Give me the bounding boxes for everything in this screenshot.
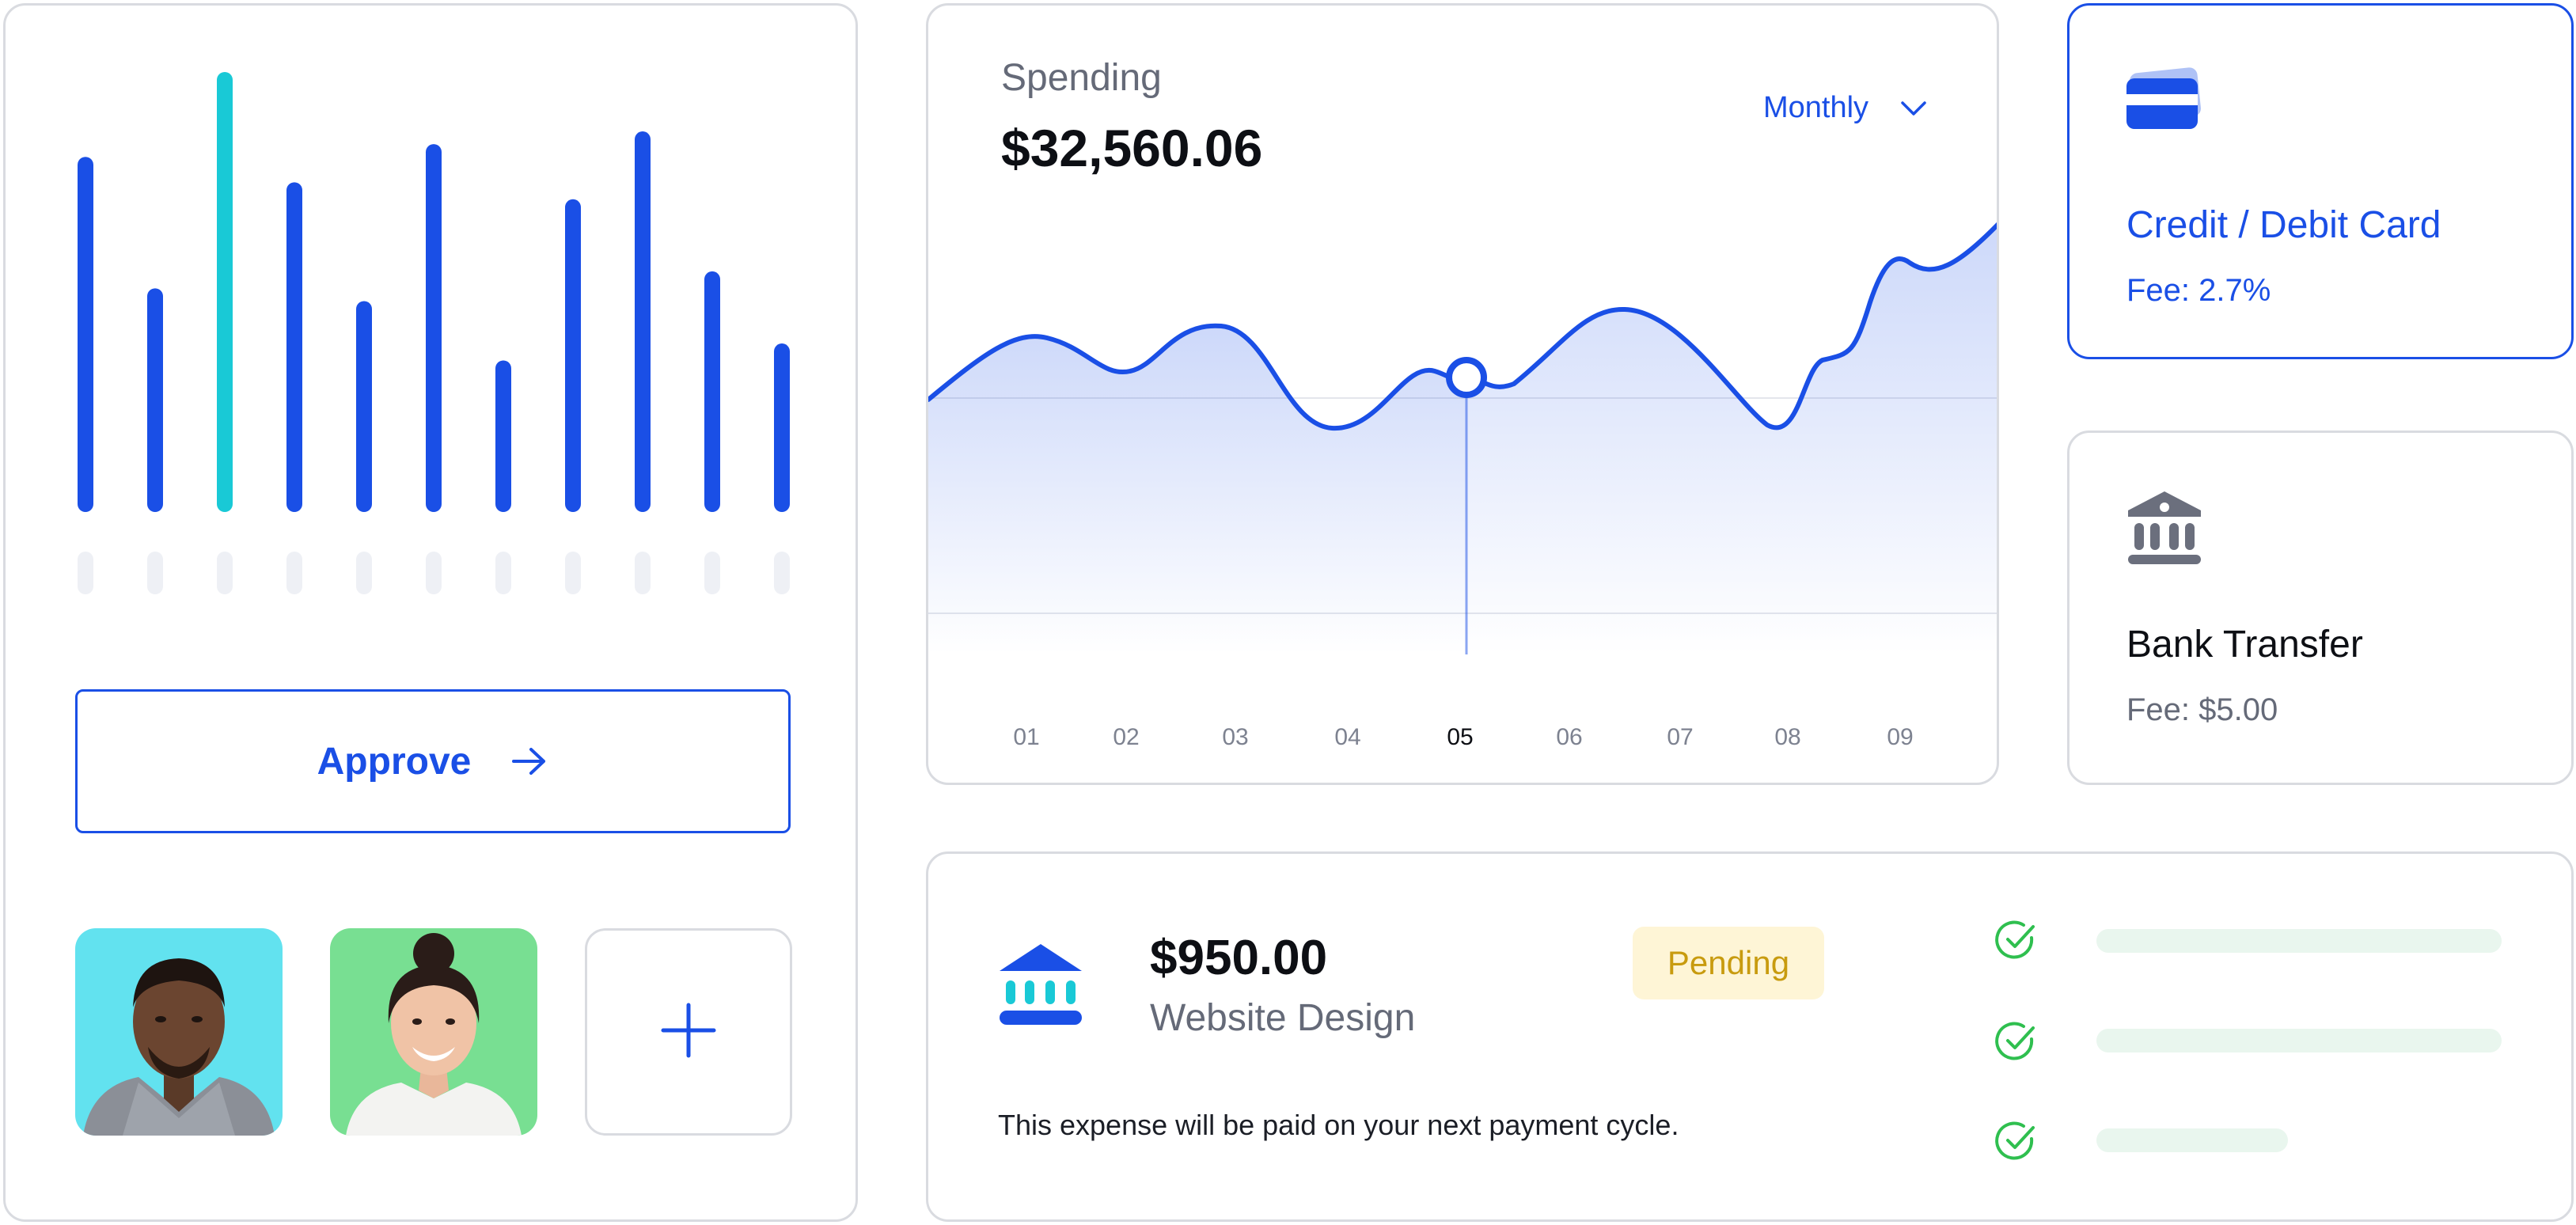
checklist-item bbox=[1994, 919, 2038, 963]
expense-card: $950.00 Website Design Pending This expe… bbox=[926, 851, 2574, 1222]
x-tick-label[interactable]: 08 bbox=[1774, 724, 1800, 750]
check-circle-icon bbox=[1994, 1020, 2038, 1064]
credit-card-icon bbox=[2123, 67, 2202, 138]
dashboard-canvas: Approve 01 02 03 04 05 06 07 08 09 Spend… bbox=[0, 0, 2576, 1225]
payment-option-title: Bank Transfer bbox=[2126, 624, 2363, 666]
avatar-man[interactable] bbox=[75, 928, 283, 1136]
status-badge: Pending bbox=[1633, 927, 1824, 999]
x-axis: 01 02 03 04 05 06 07 08 09 bbox=[1013, 724, 1913, 750]
expense-note: This expense will be paid on your next p… bbox=[998, 1109, 1679, 1141]
bank-icon bbox=[996, 941, 1085, 1032]
approvals-card: Approve bbox=[3, 3, 858, 1222]
checklist-item bbox=[1994, 1020, 2038, 1064]
payment-option-card[interactable]: Credit / Debit Card Fee: 2.7% bbox=[2067, 3, 2574, 359]
x-tick-label[interactable]: 04 bbox=[1334, 724, 1360, 750]
spending-card: 01 02 03 04 05 06 07 08 09 Spending $32,560.06 M… bbox=[926, 3, 1999, 785]
payment-option-bank[interactable]: Bank Transfer Fee: $5.00 bbox=[2067, 430, 2574, 785]
bank-icon bbox=[2123, 487, 2206, 573]
bar-chart bbox=[78, 72, 790, 594]
add-member-button[interactable] bbox=[585, 928, 792, 1136]
payment-option-fee: Fee: 2.7% bbox=[2126, 273, 2271, 308]
avatar-woman[interactable] bbox=[330, 928, 537, 1136]
arrow-right-icon bbox=[510, 745, 548, 777]
approve-button[interactable]: Approve bbox=[75, 689, 791, 833]
spending-area bbox=[1466, 226, 1997, 654]
expense-title: Website Design bbox=[1150, 997, 1416, 1039]
x-tick-label[interactable]: 09 bbox=[1887, 724, 1913, 750]
payment-option-title: Credit / Debit Card bbox=[2126, 204, 2441, 246]
period-label: Monthly bbox=[1763, 91, 1869, 124]
checklist-item bbox=[1994, 1120, 2038, 1164]
x-tick-label[interactable]: 03 bbox=[1222, 724, 1248, 750]
spending-area bbox=[928, 325, 1466, 654]
placeholder-bar bbox=[2096, 929, 2502, 953]
active-point[interactable] bbox=[1446, 357, 1487, 398]
expense-amount: $950.00 bbox=[1150, 931, 1328, 985]
x-tick-label[interactable]: 06 bbox=[1556, 724, 1582, 750]
x-tick-label[interactable]: 05 bbox=[1447, 724, 1473, 750]
spending-amount: $32,560.06 bbox=[1001, 119, 1263, 177]
placeholder-bar bbox=[2096, 1128, 2288, 1152]
x-tick-label[interactable]: 02 bbox=[1113, 724, 1139, 750]
check-circle-icon bbox=[1994, 919, 2038, 963]
chevron-down-icon bbox=[1900, 101, 1927, 116]
placeholder-bar bbox=[2096, 1029, 2502, 1052]
period-dropdown[interactable]: Monthly bbox=[1763, 91, 1927, 125]
payment-option-fee: Fee: $5.00 bbox=[2126, 692, 2278, 727]
plus-icon bbox=[660, 1002, 717, 1063]
x-tick-label[interactable]: 07 bbox=[1667, 724, 1693, 750]
check-circle-icon bbox=[1994, 1120, 2038, 1164]
approve-label: Approve bbox=[317, 740, 472, 783]
x-tick-label[interactable]: 01 bbox=[1013, 724, 1039, 750]
spending-label: Spending bbox=[1001, 57, 1162, 99]
